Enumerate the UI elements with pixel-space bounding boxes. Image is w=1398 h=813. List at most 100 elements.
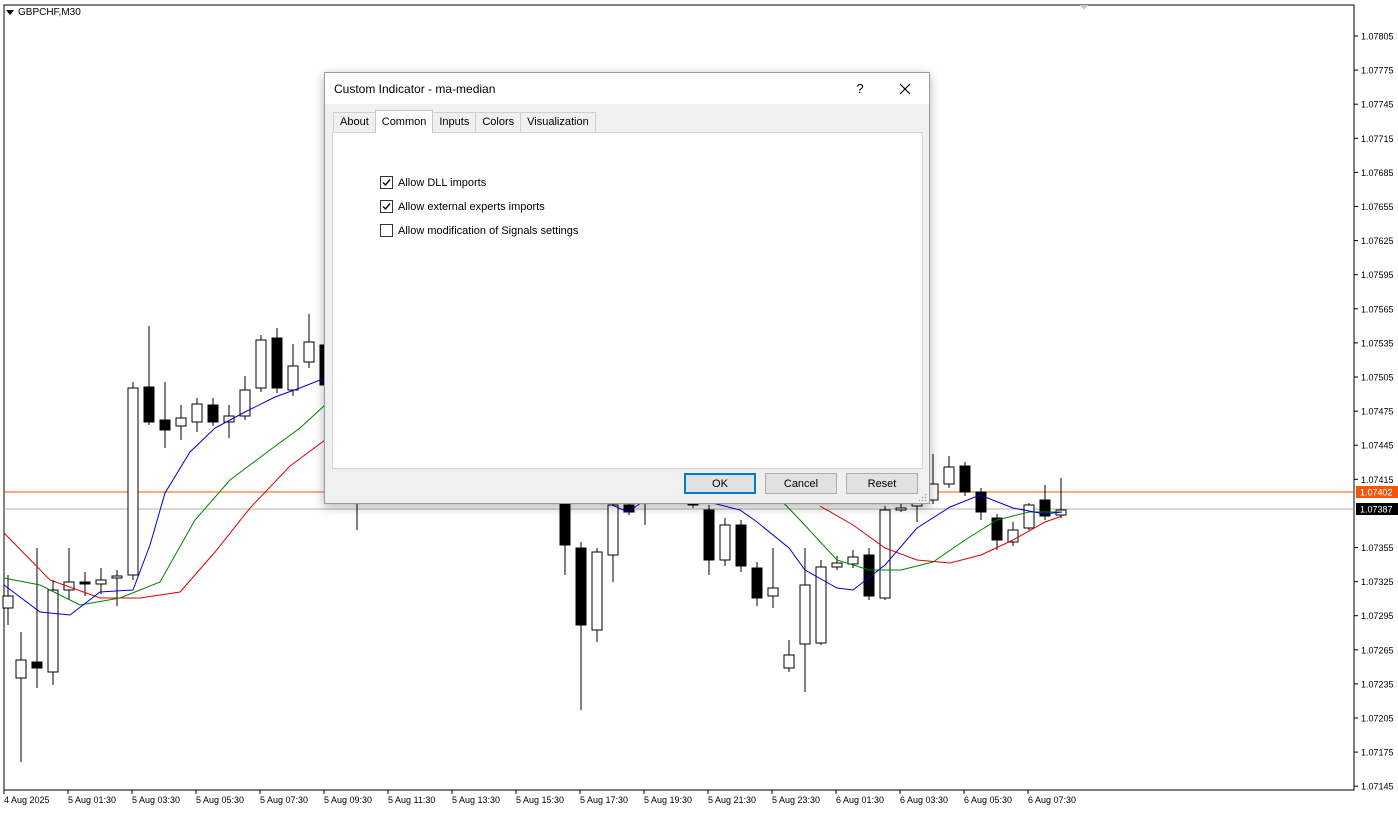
time-axis-label: 6 Aug 01:30 — [836, 795, 884, 805]
price-axis-label: 1.07745 — [1361, 100, 1394, 110]
candle-body — [959, 465, 971, 493]
candle-body — [943, 466, 955, 485]
time-axis-label: 5 Aug 17:30 — [580, 795, 628, 805]
allow-external-experts-imports-label: Allow external experts imports — [398, 200, 545, 213]
candle-body — [159, 419, 171, 431]
help-button[interactable]: ? — [842, 78, 878, 100]
candle-body — [879, 509, 891, 599]
price-axis-label: 1.07625 — [1361, 236, 1394, 246]
candle-body — [767, 587, 779, 597]
allow-modification-signals-checkbox[interactable] — [380, 224, 393, 237]
candle-body — [303, 341, 315, 363]
dialog-tabs: About Common Inputs Colors Visualization — [333, 110, 596, 133]
candle-body — [111, 575, 123, 579]
price-axis-label: 1.07355 — [1361, 543, 1394, 553]
tab-about[interactable]: About — [333, 112, 376, 132]
checkmark-icon — [382, 203, 391, 211]
candle-body — [143, 386, 155, 423]
candle-body — [831, 562, 843, 568]
time-axis-label: 6 Aug 07:30 — [1028, 795, 1076, 805]
time-axis-label: 4 Aug 2025 — [4, 795, 50, 805]
time-axis-label: 5 Aug 09:30 — [324, 795, 372, 805]
price-axis-label: 1.07445 — [1361, 441, 1394, 451]
allow-modification-signals-option[interactable]: Allow modification of Signals settings — [380, 224, 578, 237]
price-axis-label: 1.07295 — [1361, 611, 1394, 621]
close-icon — [899, 83, 911, 95]
allow-dll-imports-checkbox[interactable] — [380, 176, 393, 189]
time-axis-label: 6 Aug 05:30 — [964, 795, 1012, 805]
price-axis-label: 1.07565 — [1361, 304, 1394, 314]
candle-body — [255, 339, 267, 389]
custom-indicator-dialog: Custom Indicator - ma-median ? About Com… — [324, 72, 930, 504]
allow-modification-signals-label: Allow modification of Signals settings — [398, 224, 579, 237]
common-tab-panel: Allow DLL imports Allow external experts… — [332, 132, 923, 469]
close-button[interactable] — [887, 78, 923, 100]
candle-body — [607, 504, 619, 556]
chart-symbol-label[interactable]: GBPCHF,M30 — [6, 7, 81, 18]
time-axis-label: 5 Aug 05:30 — [196, 795, 244, 805]
candle-body — [575, 547, 587, 626]
price-axis-label: 1.07805 — [1361, 32, 1394, 42]
current-price-label: 1.07387 — [1360, 505, 1393, 515]
candle-body — [95, 579, 107, 585]
candle-body — [799, 584, 811, 645]
candle-body — [559, 502, 571, 546]
price-axis-label: 1.07205 — [1361, 714, 1394, 724]
time-axis-label: 5 Aug 11:30 — [388, 795, 435, 805]
dialog-titlebar[interactable]: Custom Indicator - ma-median ? — [325, 73, 929, 104]
symbol-text: GBPCHF,M30 — [18, 7, 81, 18]
resize-grip-icon[interactable] — [919, 493, 927, 501]
reset-button[interactable]: Reset — [846, 473, 918, 494]
allow-external-experts-imports-option[interactable]: Allow external experts imports — [380, 200, 545, 213]
price-axis-label: 1.07595 — [1361, 270, 1394, 280]
candle-body — [591, 551, 603, 631]
price-axis-label: 1.07775 — [1361, 66, 1394, 76]
candle-body — [735, 524, 747, 567]
cancel-button[interactable]: Cancel — [765, 473, 837, 494]
candle-body — [127, 387, 139, 576]
ok-button[interactable]: OK — [684, 473, 756, 494]
candle-body — [47, 589, 59, 673]
price-axis-label: 1.07505 — [1361, 373, 1394, 383]
tab-inputs[interactable]: Inputs — [432, 112, 477, 132]
candle-body — [719, 524, 731, 561]
checkmark-icon — [382, 179, 391, 187]
candle-body — [207, 404, 219, 423]
price-axis-label: 1.07175 — [1361, 748, 1394, 758]
candle-body — [31, 661, 43, 669]
time-axis-label: 5 Aug 15:30 — [516, 795, 564, 805]
time-axis-label: 5 Aug 01:30 — [68, 795, 116, 805]
dropdown-triangle-icon[interactable] — [6, 10, 14, 15]
time-axis-label: 5 Aug 07:30 — [260, 795, 308, 805]
candle-body — [895, 507, 907, 511]
candle-body — [991, 517, 1003, 541]
price-axis-label: 1.07235 — [1361, 679, 1394, 689]
price-axis-label: 1.07475 — [1361, 407, 1394, 417]
tab-colors[interactable]: Colors — [475, 112, 522, 132]
candle-body — [863, 554, 875, 597]
price-axis-label: 1.07655 — [1361, 202, 1394, 212]
candle-body — [751, 567, 763, 599]
price-axis-label: 1.07415 — [1361, 475, 1394, 485]
time-axis-label: 5 Aug 23:30 — [772, 795, 820, 805]
dialog-title: Custom Indicator - ma-median — [334, 82, 496, 96]
time-axis-label: 5 Aug 21:30 — [708, 795, 756, 805]
candle-body — [1023, 504, 1035, 529]
price-axis-label: 1.07325 — [1361, 577, 1394, 587]
candle-body — [847, 556, 859, 565]
current-price-label: 1.07402 — [1360, 488, 1393, 498]
allow-dll-imports-label: Allow DLL imports — [398, 176, 487, 189]
allow-dll-imports-option[interactable]: Allow DLL imports — [380, 176, 486, 189]
candle-body — [79, 581, 91, 585]
candle-body — [815, 566, 827, 644]
allow-external-experts-imports-checkbox[interactable] — [380, 200, 393, 213]
price-axis-label: 1.07685 — [1361, 168, 1394, 178]
candle-body — [703, 509, 715, 561]
time-axis-label: 5 Aug 03:30 — [132, 795, 180, 805]
candle-body — [271, 337, 283, 389]
candle-body — [783, 654, 795, 669]
candle-body — [2, 595, 14, 609]
tab-visualization[interactable]: Visualization — [520, 112, 596, 132]
tab-common[interactable]: Common — [374, 110, 434, 133]
price-axis-label: 1.07265 — [1361, 645, 1394, 655]
